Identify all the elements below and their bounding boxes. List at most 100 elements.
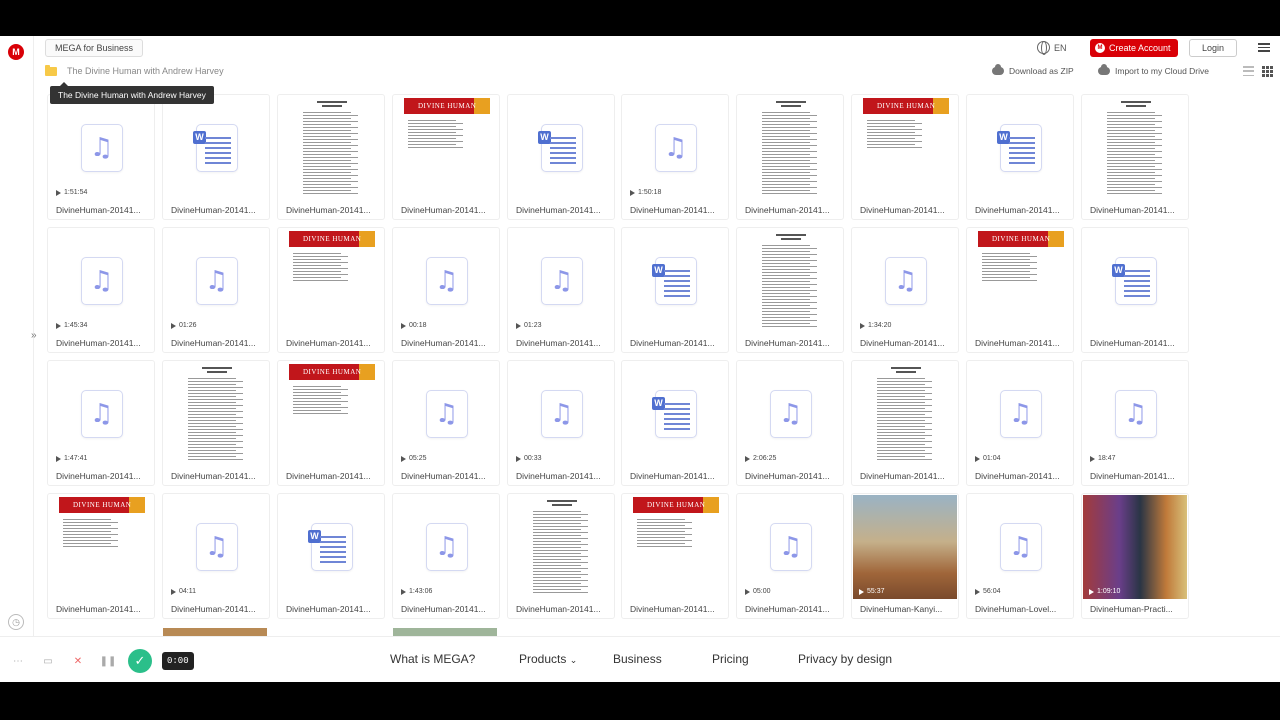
privacy-link[interactable]: Privacy by design	[798, 652, 892, 666]
file-tile[interactable]: W DivineHuman-20141...	[621, 360, 729, 486]
document-preview	[1103, 98, 1169, 198]
cloud-import-icon	[1098, 64, 1110, 75]
file-thumbnail: DIVINE HUMAN	[968, 229, 1072, 333]
file-tile[interactable]: DivineHuman-20141...	[736, 227, 844, 353]
file-tile[interactable]: W DivineHuman-20141...	[1081, 227, 1189, 353]
play-icon	[56, 322, 61, 329]
file-name: DivineHuman-20141...	[401, 604, 486, 614]
file-name: DivineHuman-20141...	[56, 471, 141, 481]
file-tile[interactable]: DIVINE HUMAN DivineHuman-20141...	[621, 493, 729, 619]
pricing-link[interactable]: Pricing	[712, 652, 749, 666]
mega-logo-icon[interactable]: M	[8, 44, 24, 60]
file-tile[interactable]: DivineHuman-20141...	[1081, 94, 1189, 220]
transfer-status-icon[interactable]: ◷	[8, 614, 24, 630]
file-tile[interactable]: ♫ 1:45:34 DivineHuman-20141...	[47, 227, 155, 353]
file-tile[interactable]: DIVINE HUMAN DivineHuman-20141...	[966, 227, 1074, 353]
file-tile[interactable]: ♫ 18:47 DivineHuman-20141...	[1081, 360, 1189, 486]
file-tile[interactable]: 1:09:10 DivineHuman-Practi...	[1081, 493, 1189, 619]
file-thumbnail: ♫ 2:06:25	[738, 362, 842, 466]
media-duration: 01:23	[516, 322, 542, 329]
file-tile[interactable]: W DivineHuman-20141...	[966, 94, 1074, 220]
file-tile[interactable]: ♫ 00:33 DivineHuman-20141...	[507, 360, 615, 486]
menu-icon[interactable]	[1258, 41, 1270, 53]
language-selector[interactable]: EN	[1037, 41, 1067, 55]
products-menu[interactable]: Products ⌄	[519, 652, 577, 666]
file-tile[interactable]: ♫ 05:00 DivineHuman-20141...	[736, 493, 844, 619]
audio-file-icon: ♫	[81, 390, 123, 438]
play-icon	[859, 588, 864, 595]
file-tile[interactable]: DIVINE HUMAN DivineHuman-20141...	[392, 94, 500, 220]
word-file-icon: W	[1112, 257, 1157, 305]
language-label: EN	[1054, 42, 1067, 53]
file-tile[interactable]: W DivineHuman-20141...	[162, 94, 270, 220]
expand-panel-icon[interactable]: »	[31, 330, 37, 341]
file-thumbnail: ♫ 1:50:18	[623, 96, 727, 200]
file-tile[interactable]: ♫ 1:50:18 DivineHuman-20141...	[621, 94, 729, 220]
what-is-mega-link[interactable]: What is MEGA?	[390, 652, 475, 666]
create-account-button[interactable]: M Create Account	[1090, 39, 1178, 57]
file-tile[interactable]: DivineHuman-20141...	[736, 94, 844, 220]
file-tile[interactable]: ♫ 00:18 DivineHuman-20141...	[392, 227, 500, 353]
file-tile[interactable]: W DivineHuman-20141...	[621, 227, 729, 353]
file-tile[interactable]: W DivineHuman-20141...	[507, 94, 615, 220]
file-tile[interactable]: DIVINE HUMAN DivineHuman-20141...	[277, 360, 385, 486]
login-button[interactable]: Login	[1189, 39, 1237, 57]
file-tile[interactable]: DivineHuman-20141...	[162, 360, 270, 486]
globe-icon	[1037, 41, 1050, 55]
file-tile[interactable]: ♫ 1:47:41 DivineHuman-20141...	[47, 360, 155, 486]
file-tile[interactable]: DIVINE HUMAN DivineHuman-20141...	[47, 493, 155, 619]
cloud-download-icon	[992, 64, 1004, 75]
file-thumbnail	[1083, 96, 1187, 200]
file-tile[interactable]: DivineHuman-20141...	[277, 94, 385, 220]
close-icon[interactable]: ✕	[68, 651, 88, 671]
file-tile[interactable]: 55:37 DivineHuman-Kanyi...	[851, 493, 959, 619]
play-icon	[745, 455, 750, 462]
business-link[interactable]: Business	[613, 652, 662, 666]
file-name: DivineHuman-20141...	[516, 338, 601, 348]
file-tile[interactable]: ♫ 05:25 DivineHuman-20141...	[392, 360, 500, 486]
import-cloud-button[interactable]: Import to my Cloud Drive	[1098, 64, 1209, 76]
file-tile[interactable]: ♫ 1:43:06 DivineHuman-20141...	[392, 493, 500, 619]
file-tile[interactable]: ♫ 1:34:20 DivineHuman-20141...	[851, 227, 959, 353]
banner-text: DIVINE HUMAN	[303, 235, 362, 243]
file-thumbnail: ♫ 05:25	[394, 362, 498, 466]
file-name: DivineHuman-20141...	[975, 471, 1060, 481]
file-tile[interactable]: ♫ 01:04 DivineHuman-20141...	[966, 360, 1074, 486]
confirm-icon[interactable]: ✓	[128, 649, 152, 673]
mega-for-business-button[interactable]: MEGA for Business	[45, 39, 144, 57]
audio-file-icon: ♫	[541, 390, 583, 438]
breadcrumb-tooltip: The Divine Human with Andrew Harvey	[50, 82, 214, 104]
file-thumbnail: W	[509, 96, 613, 200]
left-rail: M » ◷	[0, 36, 37, 682]
document-preview	[529, 497, 595, 597]
file-thumbnail: W	[623, 362, 727, 466]
top-bar: MEGA for Business EN M Create Account Lo…	[34, 36, 1280, 60]
create-account-label: Create Account	[1109, 43, 1171, 53]
file-tile[interactable]: DivineHuman-20141...	[507, 493, 615, 619]
mega-small-icon: M	[1095, 43, 1105, 53]
list-view-icon[interactable]	[1243, 66, 1254, 76]
file-tile[interactable]: DivineHuman-20141...	[851, 360, 959, 486]
file-tile[interactable]: W DivineHuman-20141...	[277, 493, 385, 619]
file-tile[interactable]: ♫ 01:26 DivineHuman-20141...	[162, 227, 270, 353]
file-tile[interactable]: ♫ 1:51:54 DivineHuman-20141...	[47, 94, 155, 220]
file-thumbnail: W	[968, 96, 1072, 200]
file-tile[interactable]: ♫ 01:23 DivineHuman-20141...	[507, 227, 615, 353]
banner-text: DIVINE HUMAN	[877, 102, 936, 110]
download-zip-button[interactable]: Download as ZIP	[992, 64, 1074, 76]
pause-icon[interactable]: ❚❚	[98, 651, 118, 671]
file-name: DivineHuman-20141...	[171, 205, 256, 215]
file-thumbnail	[738, 96, 842, 200]
grid-view-icon[interactable]	[1262, 66, 1273, 77]
camera-icon[interactable]: ▭	[38, 651, 58, 671]
file-tile[interactable]: ♫ 2:06:25 DivineHuman-20141...	[736, 360, 844, 486]
file-tile[interactable]: DIVINE HUMAN DivineHuman-20141...	[851, 94, 959, 220]
audio-file-icon: ♫	[1115, 390, 1157, 438]
file-tile[interactable]: ♫ 56:04 DivineHuman-Lovel...	[966, 493, 1074, 619]
breadcrumb[interactable]: The Divine Human with Andrew Harvey	[67, 66, 224, 76]
more-icon[interactable]: ⋯	[8, 651, 28, 671]
file-tile[interactable]: ♫ 04:11 DivineHuman-20141...	[162, 493, 270, 619]
play-icon	[1090, 455, 1095, 462]
file-thumbnail: ♫ 1:47:41	[49, 362, 153, 466]
file-tile[interactable]: DIVINE HUMAN DivineHuman-20141...	[277, 227, 385, 353]
